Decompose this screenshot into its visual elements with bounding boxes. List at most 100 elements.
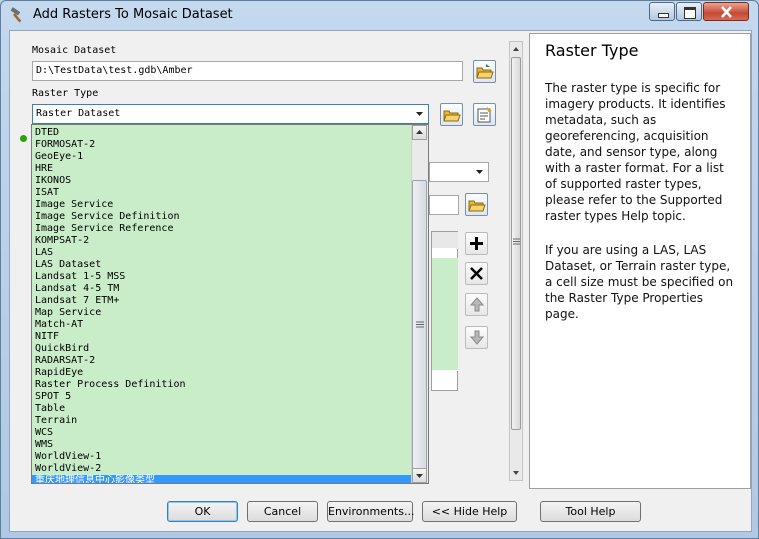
chevron-down-icon — [416, 474, 423, 478]
close-icon — [721, 6, 732, 18]
scroll-down-button[interactable] — [510, 466, 522, 480]
arrow-down-icon — [470, 330, 484, 345]
raster-type-dropdown[interactable]: DTED FORMOSAT-2 GeoEye-1 HRE IKONOS ISAT Image… — [31, 124, 429, 484]
minimize-button[interactable] — [649, 2, 675, 21]
cancel-button[interactable]: Cancel — [247, 501, 318, 522]
dropdown-option[interactable]: Landsat 1-5 MSS — [32, 271, 412, 283]
close-button[interactable] — [703, 2, 749, 21]
dropdown-option[interactable]: HRE — [32, 163, 412, 175]
input-path-field[interactable] — [429, 195, 459, 215]
minimize-icon — [658, 13, 669, 18]
open-folder-icon — [468, 200, 486, 212]
dropdown-option[interactable]: SPOT 5 — [32, 391, 412, 403]
chevron-down-icon[interactable] — [473, 165, 486, 179]
dropdown-option[interactable]: ISAT — [32, 187, 412, 199]
chevron-up-icon — [416, 130, 423, 134]
dropdown-option[interactable]: Map Service — [32, 307, 412, 319]
ok-button[interactable]: OK — [167, 501, 238, 522]
dropdown-option[interactable]: RapidEye — [32, 367, 412, 379]
plus-icon — [470, 237, 483, 250]
dropdown-option[interactable]: Match-AT — [32, 319, 412, 331]
scroll-up-button[interactable] — [412, 125, 427, 140]
remove-button[interactable] — [465, 262, 488, 285]
dropdown-option[interactable]: Image Service Definition — [32, 211, 412, 223]
help-paragraph: The raster type is specific for imagery … — [545, 81, 726, 223]
list-item[interactable] — [432, 338, 458, 355]
scroll-thumb[interactable] — [412, 180, 427, 470]
dropdown-list: DTED FORMOSAT-2 GeoEye-1 HRE IKONOS ISAT Image… — [32, 127, 412, 483]
list-item[interactable] — [432, 274, 458, 291]
dropdown-option[interactable]: WorldView-1 — [32, 451, 412, 463]
dropdown-option[interactable]: Terrain — [32, 415, 412, 427]
dropdown-option[interactable]: Image Service Reference — [32, 223, 412, 235]
maximize-button[interactable] — [676, 2, 702, 21]
input-combo[interactable] — [429, 162, 489, 182]
dropdown-option[interactable]: WCS — [32, 427, 412, 439]
list-item[interactable] — [432, 258, 458, 275]
dropdown-option[interactable]: WorldView-2 — [32, 463, 412, 475]
input-list[interactable] — [431, 231, 458, 391]
dropdown-option[interactable]: DTED — [32, 127, 412, 139]
raster-type-value: Raster Dataset — [36, 108, 121, 119]
dropdown-option[interactable]: IKONOS — [32, 175, 412, 187]
dropdown-option[interactable]: Image Service — [32, 199, 412, 211]
dropdown-option[interactable]: QuickBird — [32, 343, 412, 355]
browse-input-button[interactable] — [465, 193, 488, 216]
open-folder-icon — [443, 110, 461, 122]
move-up-button[interactable] — [465, 293, 488, 316]
browse-raster-type-button[interactable] — [440, 103, 463, 126]
dropdown-option[interactable]: Table — [32, 403, 412, 415]
dropdown-option[interactable]: KOMPSAT-2 — [32, 235, 412, 247]
dropdown-option[interactable]: LAS Dataset — [32, 259, 412, 271]
list-item[interactable] — [432, 354, 458, 371]
grip-icon — [513, 238, 520, 245]
list-item[interactable] — [432, 322, 458, 339]
dropdown-option[interactable]: NITF — [32, 331, 412, 343]
main-scrollbar[interactable] — [509, 41, 523, 481]
help-title: Raster Type — [545, 41, 639, 60]
properties-icon — [477, 107, 492, 123]
add-button[interactable] — [465, 232, 488, 255]
title-bar[interactable]: Add Rasters To Mosaic Dataset — [1, 1, 758, 29]
tool-help-button[interactable]: Tool Help — [540, 501, 641, 522]
grip-icon — [416, 321, 424, 328]
help-panel: Raster Type The raster type is specific … — [529, 33, 751, 489]
scroll-thumb[interactable] — [511, 57, 521, 430]
chevron-up-icon — [513, 47, 519, 51]
list-item[interactable] — [432, 306, 458, 323]
raster-type-label: Raster Type — [32, 88, 99, 99]
dropdown-option[interactable]: LAS — [32, 247, 412, 259]
mosaic-dataset-input[interactable]: D:\TestData\test.gdb\Amber — [32, 61, 463, 81]
list-header — [432, 232, 458, 249]
dropdown-option[interactable]: FORMOSAT-2 — [32, 139, 412, 151]
dropdown-option[interactable]: Raster Process Definition — [32, 379, 412, 391]
dropdown-option[interactable]: RADARSAT-2 — [32, 355, 412, 367]
hide-help-button[interactable]: << Hide Help — [422, 501, 517, 522]
dropdown-option[interactable]: Landsat 7 ETM+ — [32, 295, 412, 307]
dropdown-option[interactable]: Landsat 4-5 TM — [32, 283, 412, 295]
dropdown-option[interactable]: WMS — [32, 439, 412, 451]
environments-button[interactable]: Environments... — [327, 501, 414, 522]
hammer-icon — [10, 7, 22, 23]
raster-type-properties-button[interactable] — [473, 103, 496, 126]
list-item[interactable] — [432, 290, 458, 307]
delete-icon — [470, 267, 483, 280]
help-paragraph: If you are using a LAS, LAS Dataset, or … — [545, 243, 734, 321]
raster-type-combo[interactable]: Raster Dataset — [32, 104, 429, 124]
chevron-down-icon[interactable] — [413, 107, 426, 121]
bullet-icon — [20, 135, 27, 142]
move-down-button[interactable] — [465, 326, 488, 349]
arrow-up-icon — [470, 297, 484, 312]
dropdown-scrollbar[interactable] — [411, 125, 428, 483]
mosaic-dataset-label: Mosaic Dataset — [32, 45, 117, 56]
open-folder-icon — [476, 64, 494, 79]
window-title: Add Rasters To Mosaic Dataset — [33, 7, 233, 22]
dropdown-option[interactable]: GeoEye-1 — [32, 151, 412, 163]
scroll-down-button[interactable] — [412, 468, 427, 483]
maximize-icon — [684, 7, 696, 19]
chevron-down-icon — [513, 471, 519, 475]
scroll-up-button[interactable] — [510, 42, 522, 56]
dropdown-option[interactable]: 重庆地理信息中心影像类型 — [32, 475, 412, 483]
browse-mosaic-button[interactable] — [473, 60, 496, 83]
dialog-window: Add Rasters To Mosaic Dataset Mosaic Dat… — [0, 0, 759, 539]
